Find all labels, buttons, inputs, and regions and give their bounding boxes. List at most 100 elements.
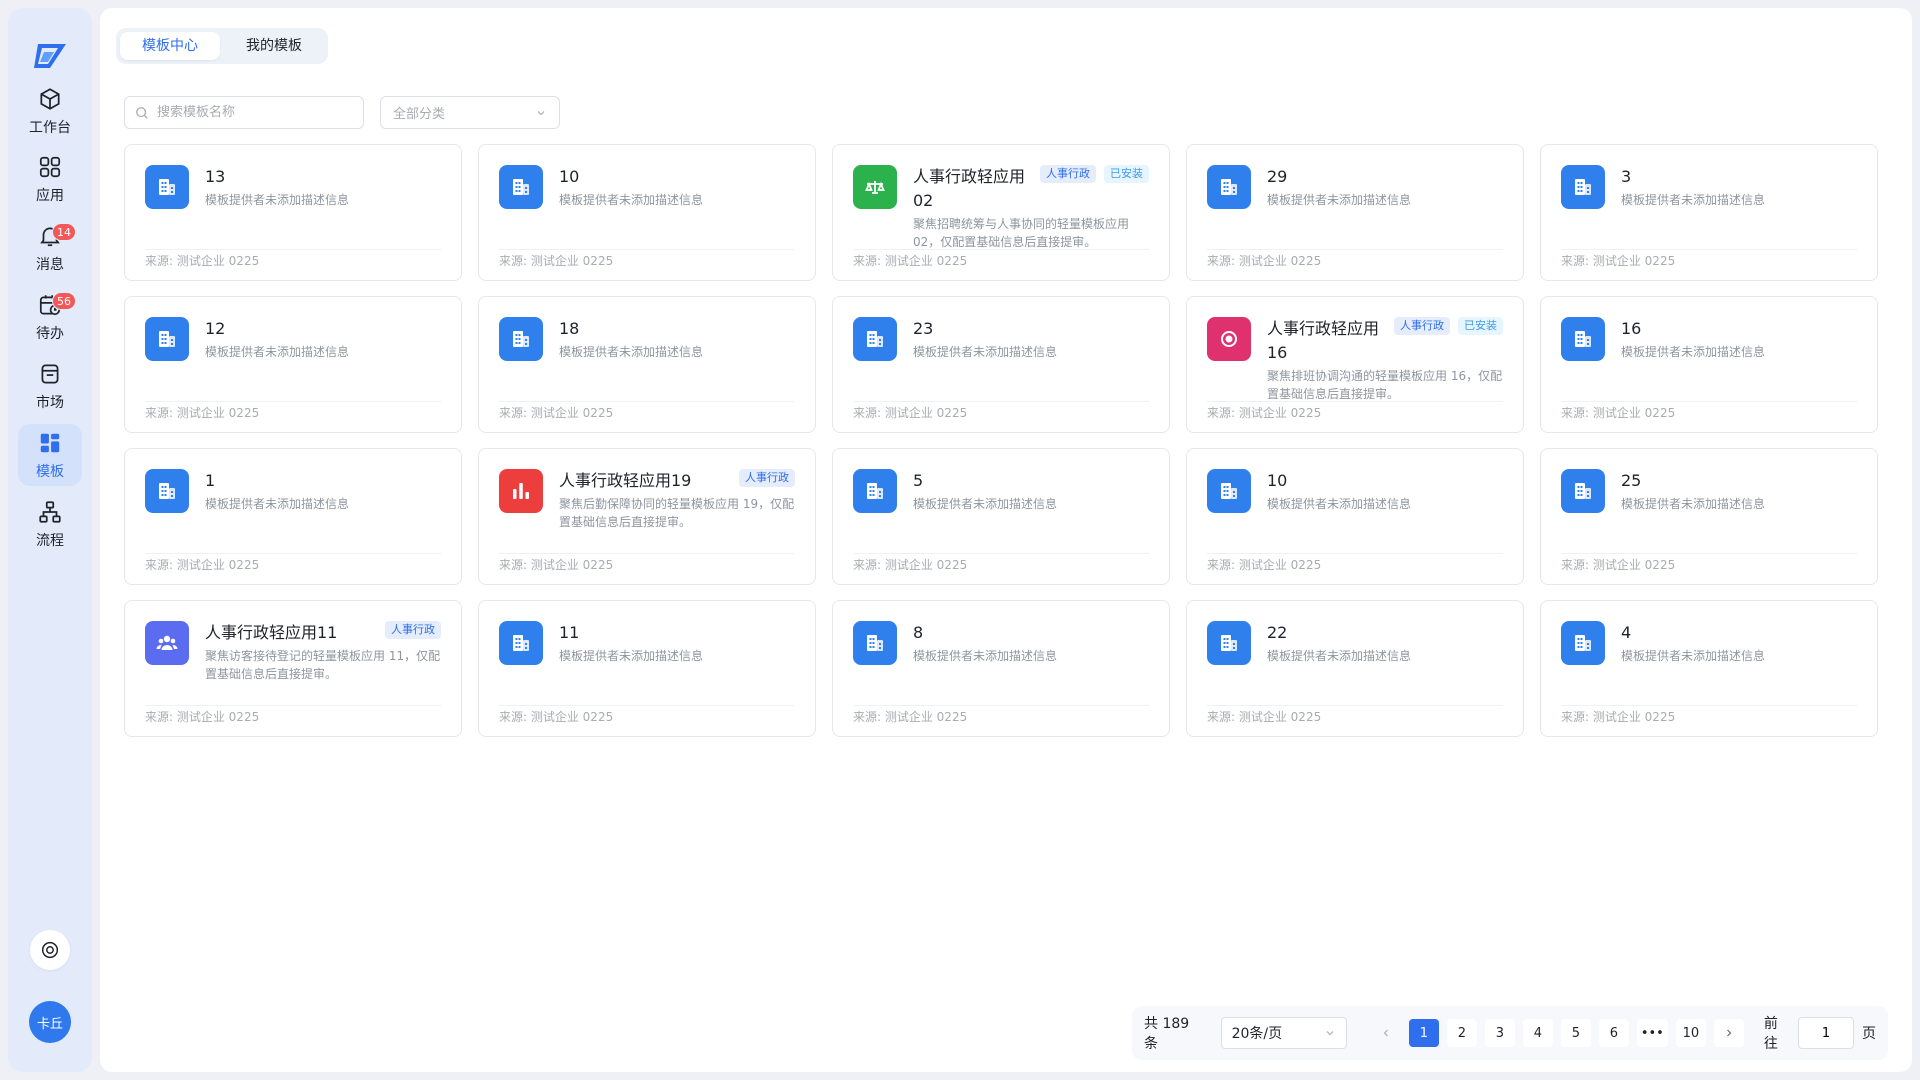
nav-templates[interactable]: 模板 <box>18 424 82 486</box>
building-icon <box>853 469 897 513</box>
card-description: 模板提供者未添加描述信息 <box>1621 649 1766 663</box>
template-card[interactable]: 3 模板提供者未添加描述信息 来源: 测试企业 0225 <box>1540 144 1878 281</box>
template-card[interactable]: 16 模板提供者未添加描述信息来源: 测试企业 0225 <box>1540 296 1878 433</box>
page-button[interactable]: 4 <box>1522 1019 1553 1047</box>
card-description: 模板提供者未添加描述信息 <box>913 649 1058 663</box>
template-card[interactable]: 23 模板提供者未添加描述信息 来源: 测试企业 0225 <box>832 296 1170 433</box>
goto-label: 前往 <box>1763 1016 1778 1052</box>
template-card[interactable]: 人事行政轻应用19 聚焦后勤保障协同的轻量模板应用 19，仅配置基础信息后直接提审… <box>478 448 816 585</box>
target-icon <box>1207 317 1251 361</box>
nav-label: 应用 <box>36 187 64 204</box>
card-description: 模板提供者未添加描述信息 <box>1621 345 1766 359</box>
building-icon <box>1561 317 1605 361</box>
template-card[interactable]: 13 模板提供者未添加描述信息 来源: 测试企业 0225 <box>124 144 462 281</box>
page-button[interactable]: 5 <box>1560 1019 1591 1047</box>
building-icon <box>1207 165 1251 209</box>
card-title: 8 <box>913 623 924 642</box>
card-title: 10 <box>559 167 580 186</box>
card-title: 25 <box>1621 471 1642 490</box>
template-card[interactable]: 10 模板提供者未添加描述信息 来源: 测试企业 0225 <box>478 144 816 281</box>
card-tags: 人事行政 <box>739 469 795 487</box>
template-card[interactable]: 人事行政轻应用11 聚焦访客接待登记的轻量模板应用 11，仅配置基础信息后直接提审… <box>124 600 462 737</box>
page-button[interactable]: 2 <box>1446 1019 1477 1047</box>
nav-workbench[interactable]: 工作台 <box>18 80 82 142</box>
page-size-select[interactable]: 20条/页 <box>1220 1017 1347 1049</box>
page-button[interactable]: 3 <box>1484 1019 1515 1047</box>
tab-template-center[interactable]: 模板中心 <box>120 32 220 60</box>
search-box[interactable] <box>124 96 364 129</box>
nav-apps[interactable]: 应用 <box>18 148 82 210</box>
nav-messages[interactable]: 消息 14 <box>18 217 82 279</box>
card-title: 18 <box>559 319 580 338</box>
card-source: 来源: 测试企业 0225 <box>853 254 968 268</box>
card-title: 29 <box>1267 167 1288 186</box>
grid-apps-icon <box>39 156 61 177</box>
card-title: 16 <box>1621 319 1642 338</box>
card-description: 模板提供者未添加描述信息 <box>1267 497 1412 511</box>
message-count-badge: 14 <box>52 223 76 241</box>
template-card[interactable]: 11 模板提供者未添加描述信息 来源: 测试企业 0225 <box>478 600 816 737</box>
card-title: 人事行政轻应用 02 <box>913 167 1026 210</box>
card-source: 来源: 测试企业 0225 <box>853 710 968 724</box>
avatar[interactable]: 卡丘 <box>29 1001 71 1043</box>
card-title: 13 <box>205 167 226 186</box>
users-icon <box>145 621 189 665</box>
page-button[interactable]: 1 <box>1408 1019 1439 1047</box>
nav-label: 市场 <box>36 394 64 411</box>
template-card[interactable]: 12 模板提供者未添加描述信息 来源: 测试企业 0225 <box>124 296 462 433</box>
card-title: 12 <box>205 319 226 338</box>
card-divider <box>1207 401 1503 402</box>
card-description: 模板提供者未添加描述信息 <box>913 345 1058 359</box>
nav-label: 模板 <box>36 463 64 480</box>
template-card[interactable]: 4 模板提供者未添加描述信息 来源: 测试企业 0225 <box>1540 600 1878 737</box>
template-card[interactable]: 人事行政轻应用 16 聚焦排班协调沟通的轻量模板应用 16，仅配置基础信息后直接提… <box>1186 296 1524 433</box>
prev-page-button[interactable] <box>1371 1019 1401 1047</box>
goto-page-input[interactable] <box>1798 1017 1854 1049</box>
card-title: 22 <box>1267 623 1288 642</box>
page-button[interactable]: 6 <box>1598 1019 1629 1047</box>
template-card[interactable]: 5 模板提供者未添加描述信息 来源: 测试企业 0225 <box>832 448 1170 585</box>
card-description: 模板提供者未添加描述信息 <box>559 649 704 663</box>
cube-icon <box>40 87 60 110</box>
nav-todo[interactable]: 待办 56 <box>18 286 82 348</box>
template-card[interactable]: 人事行政轻应用 02 聚焦招聘统筹与人事协同的轻量模板应用 02，仅配置基础信息后… <box>832 144 1170 281</box>
building-icon <box>499 317 543 361</box>
nav-flow[interactable]: 流程 <box>18 493 82 555</box>
card-divider <box>499 705 795 706</box>
template-card[interactable]: 29 模板提供者未添加描述信息 来源: 测试企业 0225 <box>1186 144 1524 281</box>
settings-button[interactable] <box>30 930 70 970</box>
card-divider <box>853 401 1149 402</box>
template-grid: 13 模板提供者未添加描述信息 来源: 测试企业 0225 10 模板提供者未添加描述信… <box>124 144 1880 737</box>
card-tags: 人事行政 已安装 <box>1394 317 1503 335</box>
template-card[interactable]: 25 模板提供者未添加描述信息 来源: 测试企业 0225 <box>1540 448 1878 585</box>
card-source: 来源: 测试企业 0225 <box>1561 406 1676 420</box>
template-card[interactable]: 10 模板提供者未添加描述信息 来源: 测试企业 0225 <box>1186 448 1524 585</box>
card-divider <box>853 249 1149 250</box>
bar-chart-icon <box>499 469 543 513</box>
category-select[interactable]: 全部分类 <box>380 96 560 129</box>
card-divider <box>1561 705 1857 706</box>
card-title: 1 <box>205 471 216 490</box>
template-card[interactable]: 18 模板提供者未添加描述信息 来源: 测试企业 0225 <box>478 296 816 433</box>
pagination: 共 189 条 20条/页 123456•••10 前往 页 <box>1132 1006 1888 1060</box>
logo[interactable] <box>28 38 72 74</box>
card-divider <box>853 553 1149 554</box>
template-card[interactable]: 8 模板提供者未添加描述信息来源: 测试企业 0225 <box>832 600 1170 737</box>
card-title: 人事行政轻应用19 <box>559 471 692 490</box>
next-page-button[interactable] <box>1713 1019 1744 1047</box>
tab-my-templates[interactable]: 我的模板 <box>224 32 324 60</box>
page-button[interactable]: 10 <box>1675 1019 1706 1047</box>
card-divider <box>853 705 1149 706</box>
search-input[interactable] <box>157 105 347 120</box>
page-ellipsis[interactable]: ••• <box>1636 1019 1668 1047</box>
nav-market[interactable]: 市场 <box>18 355 82 417</box>
template-card[interactable]: 22 模板提供者未添加描述信息 来源: 测试企业 0225 <box>1186 600 1524 737</box>
nav-label: 工作台 <box>29 119 71 136</box>
card-title: 10 <box>1267 471 1288 490</box>
building-icon <box>145 469 189 513</box>
card-title: 人事行政轻应用11 <box>205 623 338 642</box>
store-icon <box>41 363 59 384</box>
template-card[interactable]: 1 模板提供者未添加描述信息 来源: 测试企业 0225 <box>124 448 462 585</box>
nav-label: 消息 <box>36 256 64 273</box>
card-description: 模板提供者未添加描述信息 <box>205 193 350 207</box>
